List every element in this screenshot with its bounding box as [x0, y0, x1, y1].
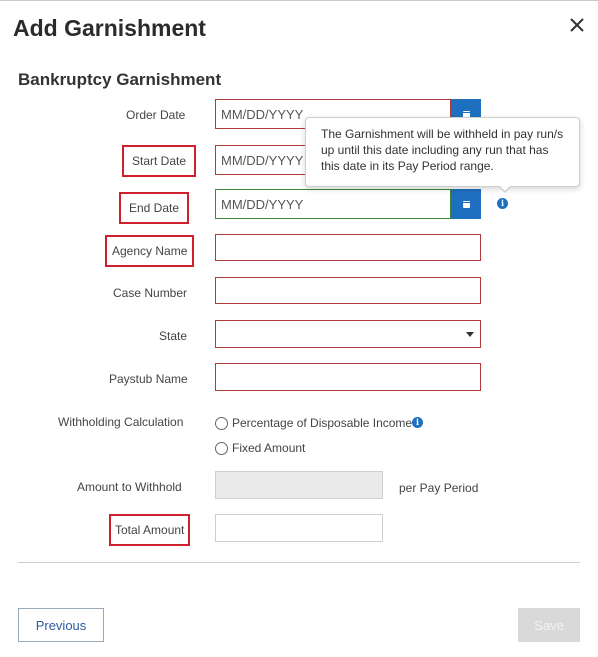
- tooltip-arrow-inner: [499, 185, 511, 191]
- chevron-down-icon: [466, 332, 474, 337]
- radio-percentage[interactable]: [215, 416, 228, 430]
- radio-fixed-amount[interactable]: [215, 441, 228, 455]
- previous-button[interactable]: Previous: [18, 608, 104, 642]
- withholding-option-percentage-label: Percentage of Disposable Income: [232, 416, 413, 430]
- withholding-option-fixed[interactable]: Fixed Amount: [215, 441, 305, 455]
- start-date-label: Start Date: [122, 145, 197, 177]
- case-number-input[interactable]: [215, 277, 481, 304]
- total-amount-input[interactable]: [215, 514, 383, 542]
- order-date-label: Order Date: [126, 108, 186, 122]
- withholding-option-fixed-label: Fixed Amount: [232, 441, 306, 455]
- section-title: Bankruptcy Garnishment: [18, 70, 222, 89]
- paystub-name-label: Paystub Name: [109, 372, 188, 386]
- withholding-calculation-label: Withholding Calculation: [58, 415, 184, 429]
- case-number-label: Case Number: [113, 286, 188, 300]
- end-date-tooltip: The Garnishment will be withheld in pay …: [305, 117, 580, 187]
- withholding-option-percentage[interactable]: Percentage of Disposable Income: [215, 416, 412, 430]
- amount-to-withhold-input: [215, 471, 383, 499]
- end-date-input[interactable]: [215, 189, 451, 219]
- dialog-title: Add Garnishment: [13, 15, 206, 41]
- end-date-label: End Date: [119, 192, 190, 224]
- info-icon[interactable]: i: [412, 417, 423, 428]
- info-icon[interactable]: i: [497, 198, 508, 209]
- agency-name-input[interactable]: [215, 234, 481, 261]
- amount-to-withhold-label: Amount to Withhold: [77, 480, 182, 494]
- agency-name-label: Agency Name: [105, 235, 195, 267]
- footer-divider: [18, 562, 580, 563]
- close-icon[interactable]: [566, 14, 588, 36]
- top-border: [0, 0, 598, 1]
- save-button[interactable]: Save: [518, 608, 580, 642]
- calendar-icon: [462, 200, 470, 208]
- state-label: State: [159, 329, 188, 343]
- state-select[interactable]: [215, 320, 481, 348]
- total-amount-label: Total Amount: [109, 514, 191, 546]
- end-date-calendar-button[interactable]: [451, 189, 481, 219]
- per-pay-period-label: per Pay Period: [399, 481, 479, 495]
- paystub-name-input[interactable]: [215, 363, 481, 391]
